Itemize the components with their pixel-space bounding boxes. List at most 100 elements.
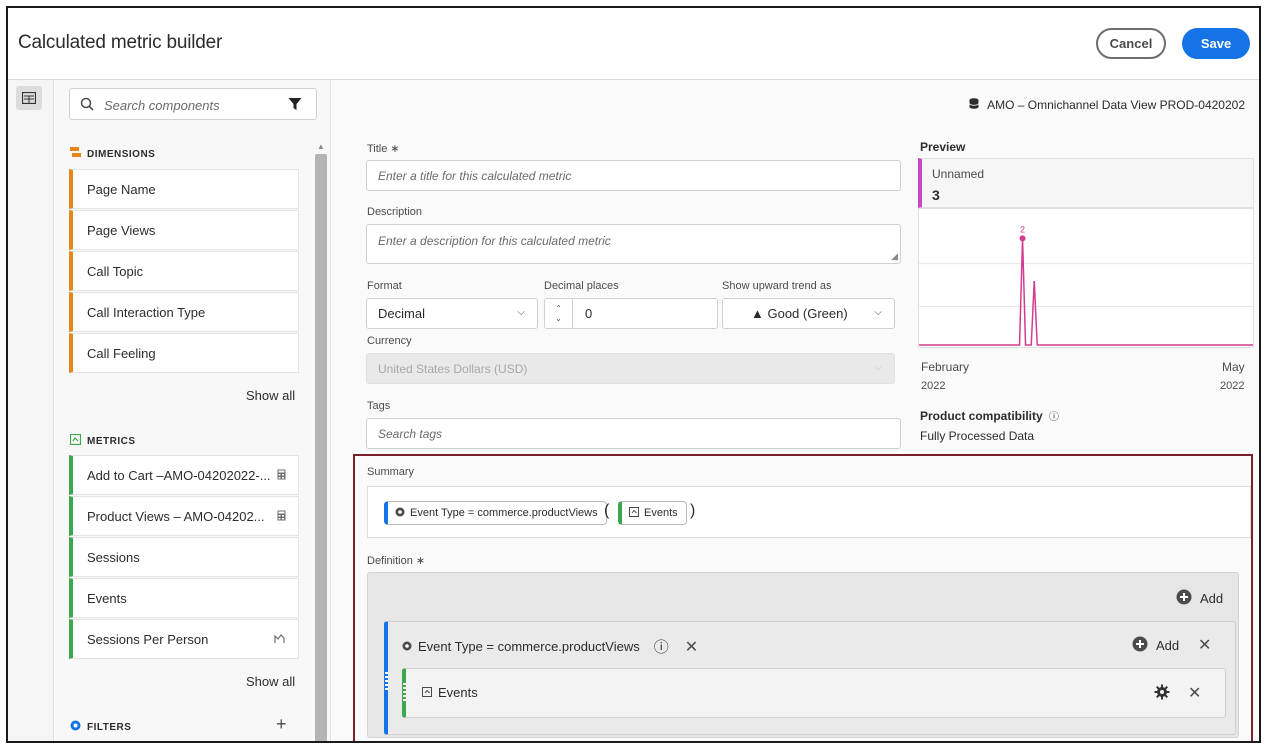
format-label: Format (367, 280, 402, 292)
add-filter-icon[interactable]: + (276, 714, 287, 735)
close-icon[interactable]: ✕ (685, 637, 698, 657)
metric-item[interactable]: Sessions (69, 537, 299, 577)
x-axis-start-year: 2022 (921, 380, 946, 392)
series-line (919, 238, 1253, 346)
dimensions-list: Page Name Page Views Call Topic Call Int… (69, 169, 299, 374)
metrics-show-all-link[interactable]: Show all (246, 674, 295, 689)
filters-title: FILTERS (87, 721, 132, 733)
resize-handle-icon[interactable]: ◢ (891, 251, 898, 262)
save-button[interactable]: Save (1182, 28, 1250, 59)
summary-metric-text: Events (644, 507, 678, 519)
metric-item[interactable]: Product Views – AMO-04202... (69, 496, 299, 536)
preview-chart: 2 (918, 208, 1254, 348)
x-axis-end-year: 2022 (1220, 380, 1245, 392)
dimensions-title: DIMENSIONS (87, 148, 156, 160)
metrics-list: Add to Cart –AMO-04202022-... Product Vi… (69, 455, 299, 660)
panel-scrollbar[interactable] (315, 154, 327, 741)
x-axis-start-month: February (921, 360, 970, 374)
preview-metric-value: 3 (932, 187, 940, 203)
metric-row-label: Events (422, 685, 478, 700)
decimal-places-label: Decimal places (544, 280, 619, 292)
info-icon[interactable]: ⓘ (1049, 412, 1059, 423)
metric-icon (629, 506, 639, 520)
header-bar: Calculated metric builder Cancel Save (8, 8, 1259, 80)
data-view-selector[interactable]: AMO – Omnichannel Data View PROD-0420202 (969, 98, 1245, 112)
close-icon[interactable]: ✕ (1198, 635, 1211, 655)
container-add-button[interactable]: Add (1132, 636, 1179, 655)
description-placeholder: Enter a description for this calculated … (378, 234, 611, 248)
metric-name[interactable]: Events (438, 685, 478, 700)
definition-add-button[interactable]: Add (1176, 589, 1223, 608)
increment-icon[interactable]: ⌃ (555, 304, 562, 314)
container-filter-text[interactable]: Event Type = commerce.productViews (418, 639, 640, 654)
metric-label: Sessions Per Person (87, 631, 209, 647)
search-input[interactable] (104, 95, 274, 115)
data-label: 2 (1020, 224, 1025, 234)
dimension-label: Page Name (87, 181, 156, 197)
trend-select[interactable]: ▲ Good (Green) ⌵ (722, 298, 895, 329)
dimension-icon (70, 147, 81, 161)
components-panel-icon[interactable] (16, 86, 42, 110)
data-point (1019, 235, 1026, 242)
summary-label: Summary (367, 466, 415, 478)
format-select[interactable]: Decimal ⌵ (366, 298, 538, 329)
metric-item[interactable]: Events (69, 578, 299, 618)
dimension-label: Page Views (87, 222, 156, 238)
metric-item[interactable]: Add to Cart –AMO-04202022-... (69, 455, 299, 495)
trend-label: Show upward trend as (722, 280, 832, 292)
decimal-places-stepper[interactable]: ⌃ ⌄ 0 (544, 298, 718, 329)
preview-title: Preview (920, 140, 966, 154)
dimension-label: Call Feeling (87, 345, 156, 361)
gear-icon[interactable] (1154, 684, 1170, 703)
metric-item[interactable]: Sessions Per Person (69, 619, 299, 659)
definition-label: Definition ∗ (367, 555, 426, 567)
page-title: Calculated metric builder (18, 32, 223, 53)
dimension-item[interactable]: Page Name (69, 169, 299, 209)
format-value: Decimal (378, 306, 425, 321)
metric-row: Events ✕ (402, 668, 1226, 718)
stepper-arrows[interactable]: ⌃ ⌄ (545, 299, 573, 328)
decrement-icon[interactable]: ⌄ (555, 314, 562, 324)
search-box (69, 88, 317, 120)
drag-handle-icon[interactable] (403, 683, 406, 701)
compat-title-text: Product compatibility (920, 409, 1043, 423)
metrics-title: METRICS (87, 435, 136, 447)
database-icon (969, 98, 979, 112)
calculator-icon (277, 469, 286, 483)
filters-header: FILTERS (70, 720, 131, 734)
dimension-item[interactable]: Call Interaction Type (69, 292, 299, 332)
close-icon[interactable]: ✕ (1188, 683, 1201, 703)
chevron-down-icon: ⌵ (874, 307, 882, 318)
tags-input[interactable]: Search tags (366, 418, 901, 449)
drag-handle-icon[interactable] (385, 672, 388, 690)
dimension-label: Call Topic (87, 263, 144, 279)
cancel-button[interactable]: Cancel (1096, 28, 1166, 59)
summary-open-paren: ( (604, 502, 610, 519)
filter-container: Event Type = commerce.productViews ⓘ ✕ A… (384, 621, 1236, 735)
title-input[interactable]: Enter a title for this calculated metric (366, 160, 901, 191)
container-filter-row: Event Type = commerce.productViews ⓘ ✕ (402, 636, 698, 657)
add-label: Add (1200, 591, 1224, 606)
x-axis-end-month: May (1222, 360, 1245, 374)
filter-icon[interactable] (288, 97, 302, 114)
preview-metric-name: Unnamed (932, 167, 985, 181)
currency-select: United States Dollars (USD) ⌵ (366, 353, 895, 384)
tags-label: Tags (367, 400, 391, 412)
currency-value: United States Dollars (USD) (378, 361, 528, 376)
dimensions-show-all-link[interactable]: Show all (246, 388, 295, 403)
scroll-up-arrow[interactable]: ▲ (317, 142, 325, 151)
summary-close-paren: ) (690, 502, 696, 519)
description-textarea[interactable]: Enter a description for this calculated … (366, 224, 901, 264)
dimension-label: Call Interaction Type (87, 304, 206, 320)
currency-label: Currency (367, 335, 412, 347)
info-icon[interactable]: ⓘ (654, 636, 669, 657)
dimension-item[interactable]: Call Feeling (69, 333, 299, 373)
components-panel: ▲ DIMENSIONS Page Name Page Views Call T… (55, 80, 331, 741)
definition-canvas: Add Event Type = commerce.productViews ⓘ… (367, 572, 1239, 738)
dimension-item[interactable]: Page Views (69, 210, 299, 250)
add-circle-icon (1132, 636, 1148, 655)
calculator-icon (277, 510, 286, 524)
metric-icon (69, 433, 82, 448)
metric-label: Sessions (87, 549, 140, 565)
dimension-item[interactable]: Call Topic (69, 251, 299, 291)
